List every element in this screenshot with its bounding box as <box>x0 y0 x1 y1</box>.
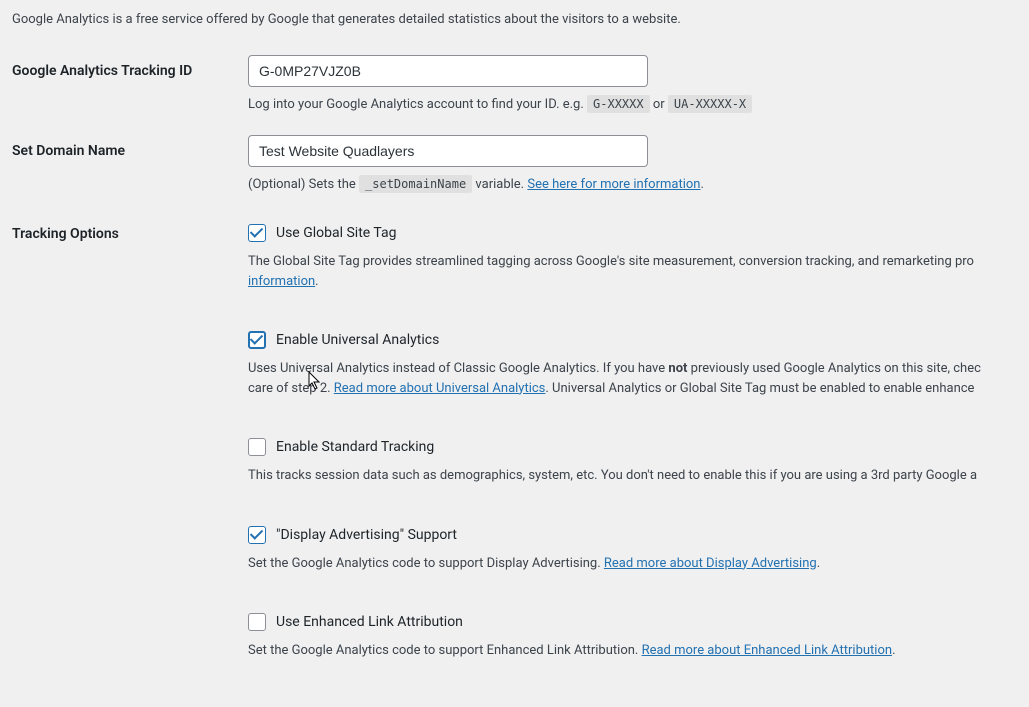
code-setdomainname: _setDomainName <box>359 175 472 193</box>
tracking-id-input[interactable] <box>248 55 648 87</box>
tracking-options-label: Tracking Options <box>12 224 248 242</box>
display-advertising-help: Set the Google Analytics code to support… <box>248 554 1029 574</box>
global-site-tag-checkbox[interactable] <box>248 224 266 242</box>
global-site-tag-label[interactable]: Use Global Site Tag <box>276 225 396 241</box>
intro-text: Google Analytics is a free service offer… <box>12 12 1029 27</box>
standard-tracking-label[interactable]: Enable Standard Tracking <box>276 439 434 455</box>
universal-analytics-label[interactable]: Enable Universal Analytics <box>276 332 439 348</box>
enhanced-link-label[interactable]: Use Enhanced Link Attribution <box>276 614 463 630</box>
standard-tracking-checkbox[interactable] <box>248 438 266 456</box>
universal-analytics-help: Uses Universal Analytics instead of Clas… <box>248 359 1029 398</box>
display-advertising-label[interactable]: "Display Advertising" Support <box>276 527 457 543</box>
global-site-tag-info-link[interactable]: information <box>248 274 315 289</box>
tracking-id-help: Log into your Google Analytics account t… <box>248 95 1029 115</box>
display-advertising-link[interactable]: Read more about Display Advertising <box>604 556 817 571</box>
universal-analytics-link[interactable]: Read more about Universal Analytics <box>334 381 546 396</box>
global-site-tag-help: The Global Site Tag provides streamlined… <box>248 252 1029 291</box>
code-ua-xxxxx: UA-XXXXX-X <box>668 95 752 113</box>
enhanced-link-help: Set the Google Analytics code to support… <box>248 641 1029 661</box>
domain-label: Set Domain Name <box>12 135 248 159</box>
standard-tracking-help: This tracks session data such as demogra… <box>248 466 1029 486</box>
code-g-xxxxx: G-XXXXX <box>587 95 650 113</box>
domain-more-info-link[interactable]: See here for more information <box>527 177 700 192</box>
display-advertising-checkbox[interactable] <box>248 526 266 544</box>
domain-help: (Optional) Sets the _setDomainName varia… <box>248 175 1029 195</box>
enhanced-link-attribution-link[interactable]: Read more about Enhanced Link Attributio… <box>642 643 893 658</box>
enhanced-link-checkbox[interactable] <box>248 613 266 631</box>
domain-name-input[interactable] <box>248 135 648 167</box>
tracking-id-label: Google Analytics Tracking ID <box>12 55 248 79</box>
universal-analytics-checkbox[interactable] <box>248 331 266 349</box>
